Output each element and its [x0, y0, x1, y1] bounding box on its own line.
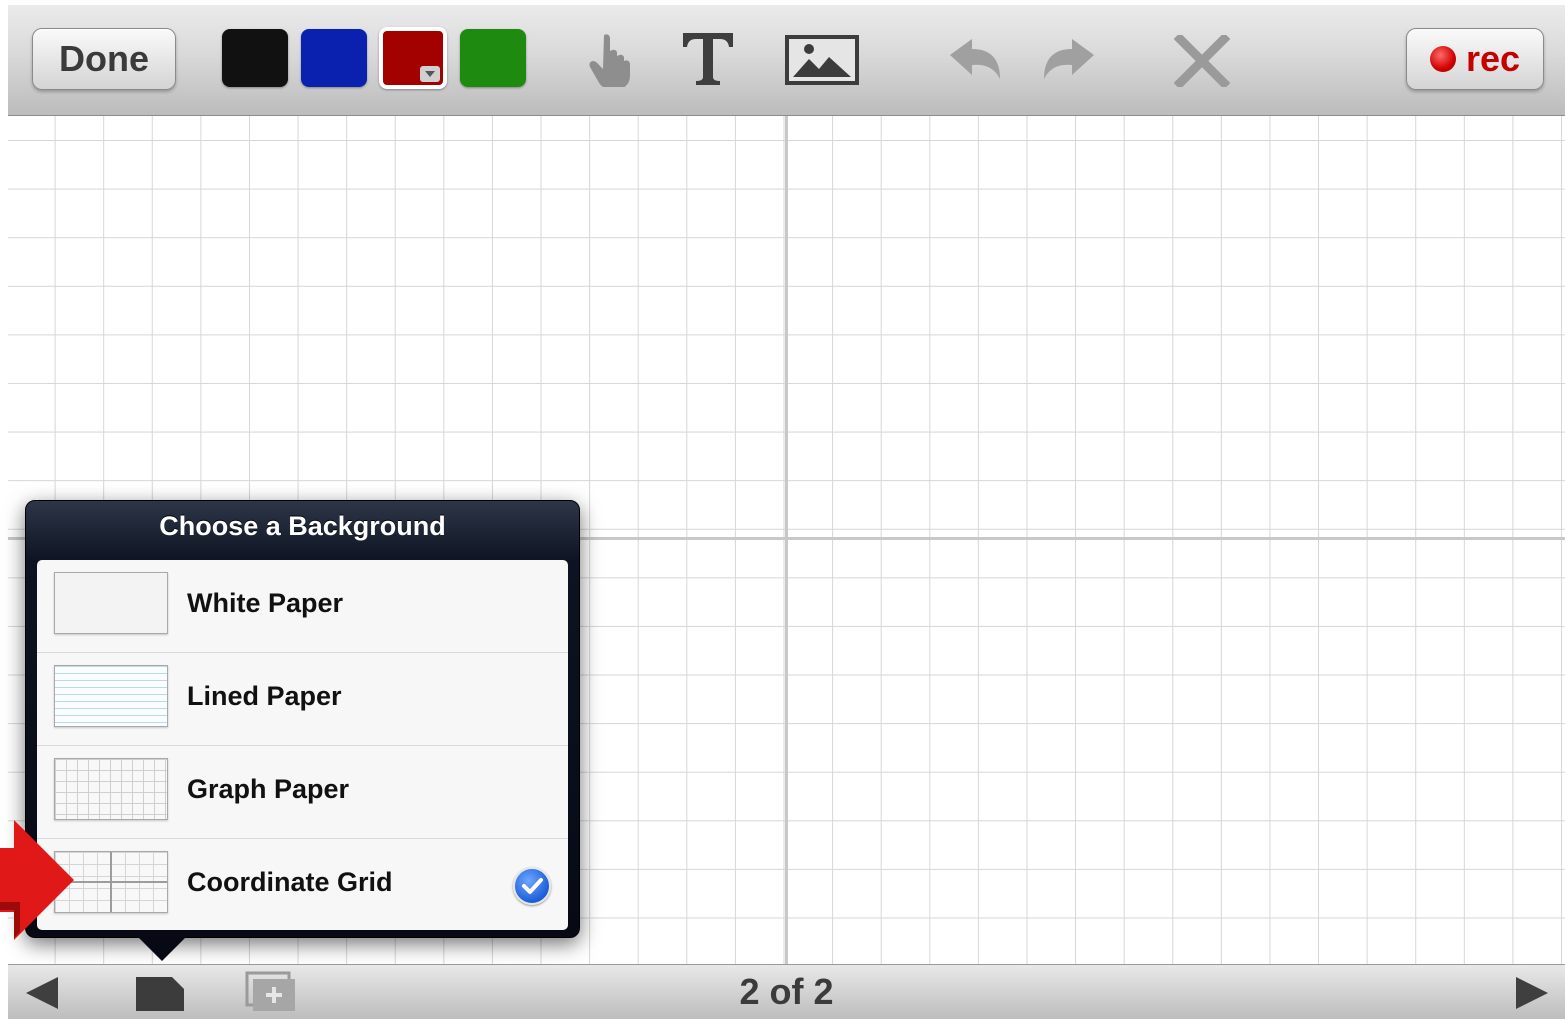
record-dot-icon — [1429, 46, 1456, 72]
text-tool-icon[interactable] — [680, 31, 736, 85]
option-label: White Paper — [187, 588, 344, 618]
record-label: rec — [1465, 38, 1521, 79]
y-axis-line — [785, 116, 788, 964]
popover-title: Choose a Background — [159, 511, 446, 541]
background-options-list: White Paper Lined Paper Graph Paper Coor… — [37, 560, 568, 930]
lined-paper-thumbnail — [54, 665, 168, 727]
record-button[interactable]: rec — [1406, 28, 1544, 90]
color-swatch-blue[interactable] — [301, 29, 367, 87]
option-white-paper[interactable]: White Paper — [37, 560, 568, 653]
white-paper-thumbnail — [54, 572, 168, 634]
popover-pointer — [136, 935, 188, 961]
option-label: Lined Paper — [187, 681, 342, 711]
red-arrow-icon — [0, 820, 74, 940]
option-lined-paper[interactable]: Lined Paper — [37, 653, 568, 746]
background-chooser-popover: Choose a Background White Paper Lined Pa… — [25, 500, 580, 938]
image-icon[interactable] — [785, 35, 859, 85]
color-swatch-green[interactable] — [460, 29, 526, 87]
hand-pointer-icon[interactable] — [586, 31, 638, 87]
undo-icon[interactable] — [946, 35, 1004, 85]
clear-x-icon[interactable] — [1174, 35, 1230, 87]
done-button[interactable]: Done — [32, 28, 176, 90]
redo-icon[interactable] — [1040, 35, 1098, 85]
option-graph-paper[interactable]: Graph Paper — [37, 746, 568, 839]
bottom-toolbar: 2 of 2 — [8, 964, 1565, 1019]
graph-paper-thumbnail — [54, 758, 168, 820]
chevron-down-icon — [420, 66, 440, 82]
color-swatch-red[interactable] — [379, 27, 447, 89]
page-indicator: 2 of 2 — [739, 971, 834, 1012]
option-coordinate-grid[interactable]: Coordinate Grid — [37, 839, 568, 930]
color-swatch-black[interactable] — [222, 29, 288, 87]
next-page-icon[interactable] — [1512, 975, 1552, 1011]
checkmark-icon — [513, 867, 551, 905]
option-label: Coordinate Grid — [187, 867, 393, 897]
top-toolbar: Done rec — [8, 5, 1565, 116]
option-label: Graph Paper — [187, 774, 350, 804]
